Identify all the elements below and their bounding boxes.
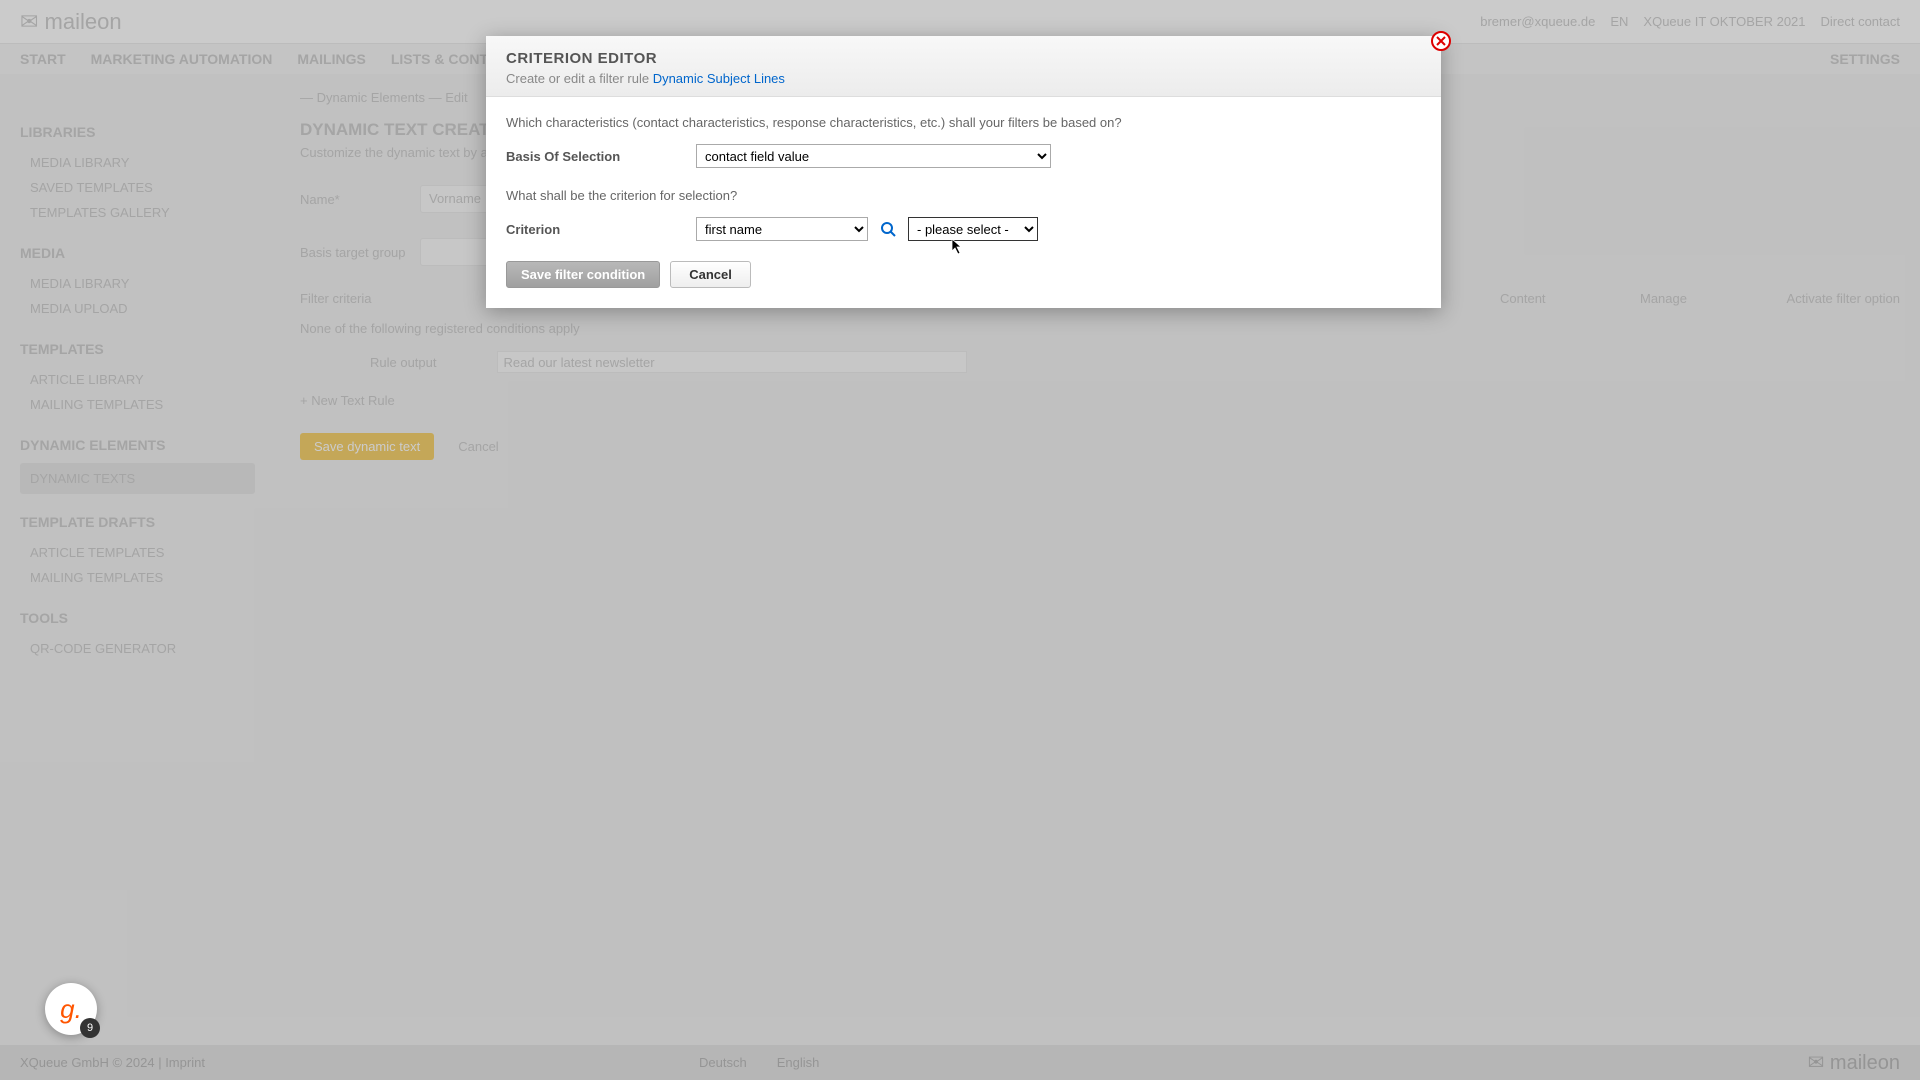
modal-header: CRITERION EDITOR Create or edit a filter… — [486, 36, 1441, 97]
subtitle-prefix: Create or edit a filter rule — [506, 71, 653, 86]
basis-select[interactable]: contact field value — [696, 144, 1051, 168]
question-criterion: What shall be the criterion for selectio… — [506, 188, 1421, 203]
close-button[interactable] — [1431, 31, 1451, 51]
save-filter-button[interactable]: Save filter condition — [506, 261, 660, 288]
close-icon — [1436, 36, 1446, 46]
subtitle-link[interactable]: Dynamic Subject Lines — [653, 71, 785, 86]
question-basis: Which characteristics (contact character… — [506, 115, 1421, 130]
cancel-button[interactable]: Cancel — [670, 261, 751, 288]
criterion-editor-modal: CRITERION EDITOR Create or edit a filter… — [486, 36, 1441, 308]
modal-subtitle: Create or edit a filter rule Dynamic Sub… — [506, 71, 1421, 86]
criterion-label: Criterion — [506, 222, 696, 237]
modal-title: CRITERION EDITOR — [506, 50, 1421, 67]
help-badge: 9 — [80, 1018, 100, 1038]
basis-label: Basis Of Selection — [506, 149, 696, 164]
help-symbol: g. — [60, 994, 82, 1025]
criterion-select[interactable]: first name — [696, 217, 868, 241]
help-bubble[interactable]: g. 9 — [45, 983, 97, 1035]
operator-select[interactable]: - please select - — [908, 217, 1038, 241]
modal-body: Which characteristics (contact character… — [486, 97, 1441, 308]
search-icon[interactable] — [880, 220, 896, 238]
